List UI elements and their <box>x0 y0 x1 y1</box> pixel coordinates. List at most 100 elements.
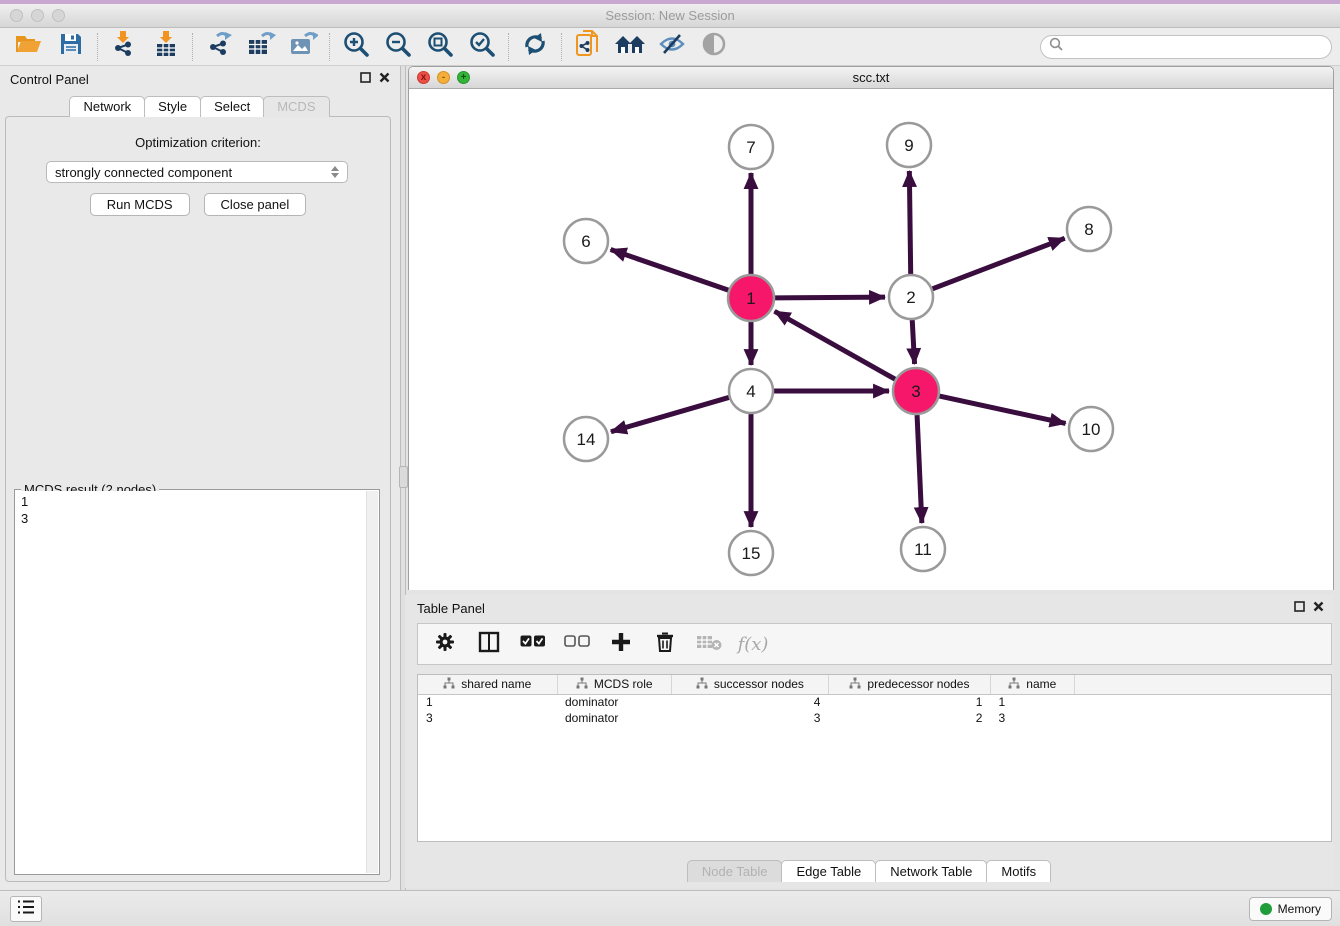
select-all-button[interactable] <box>516 627 550 661</box>
edge-3-11[interactable] <box>917 415 922 523</box>
window-titlebar[interactable]: Session: New Session <box>0 4 1340 28</box>
toolbar-separator <box>97 33 98 61</box>
edge-4-14[interactable] <box>611 397 729 431</box>
table-cell[interactable]: dominator <box>557 710 671 726</box>
memory-status-icon <box>1260 903 1272 915</box>
search-field[interactable] <box>1040 35 1332 59</box>
table-cell[interactable]: 3 <box>671 710 828 726</box>
hierarchy-icon <box>696 677 708 692</box>
network-window-titlebar[interactable]: scc.txt x - + <box>409 67 1333 89</box>
close-table-panel-icon[interactable] <box>1313 599 1324 617</box>
show-eye-icon <box>701 31 727 62</box>
table-cell[interactable]: dominator <box>557 694 671 710</box>
hide-graphics-button[interactable] <box>651 31 693 63</box>
main-area: Control Panel NetworkStyleSelectMCDS Opt… <box>0 66 1340 890</box>
function-builder-button[interactable]: f(x) <box>736 627 770 661</box>
mcds-result-list[interactable]: 13 <box>16 491 366 873</box>
minimize-network-icon[interactable]: - <box>437 71 450 84</box>
node-label-1: 1 <box>746 289 755 308</box>
column-header-MCDS-role[interactable]: MCDS role <box>557 675 671 694</box>
export-network-button[interactable] <box>198 31 240 63</box>
tab-select[interactable]: Select <box>200 96 264 117</box>
columns-icon <box>478 631 500 658</box>
zoom-selected-button[interactable] <box>461 31 503 63</box>
table-cell[interactable]: 1 <box>418 694 557 710</box>
toolbar-separator <box>561 33 562 61</box>
table-cell[interactable]: 3 <box>990 710 1074 726</box>
splitter-handle[interactable] <box>399 466 408 488</box>
zoom-out-button[interactable] <box>377 31 419 63</box>
select-stepper-icon <box>331 166 339 178</box>
tab-node-table[interactable]: Node Table <box>687 860 783 882</box>
column-label: predecessor nodes <box>867 677 969 691</box>
close-network-icon[interactable]: x <box>417 71 430 84</box>
table-row[interactable]: 1dominator411 <box>418 694 1331 710</box>
table-header-row: shared name MCDS role successor nodes prede… <box>418 675 1331 694</box>
edge-1-6[interactable] <box>611 249 729 290</box>
edge-2-8[interactable] <box>932 238 1064 289</box>
edge-3-1[interactable] <box>775 311 896 379</box>
export-table-button[interactable] <box>240 31 282 63</box>
table-cell[interactable]: 3 <box>418 710 557 726</box>
node-label-14: 14 <box>577 430 596 449</box>
table-cell[interactable]: 1 <box>828 694 990 710</box>
edge-2-9[interactable] <box>909 171 910 274</box>
export-image-icon <box>288 30 318 63</box>
first-neighbors-button[interactable] <box>609 31 651 63</box>
export-image-button[interactable] <box>282 31 324 63</box>
deselect-all-button[interactable] <box>560 627 594 661</box>
table-cell[interactable]: 2 <box>828 710 990 726</box>
clone-network-button[interactable] <box>567 31 609 63</box>
refresh-button[interactable] <box>514 31 556 63</box>
float-panel-icon[interactable] <box>360 70 371 88</box>
criterion-select[interactable]: strongly connected component <box>46 161 348 183</box>
edge-2-3[interactable] <box>912 320 914 364</box>
control-panel-tabs: NetworkStyleSelectMCDS <box>0 96 400 117</box>
hierarchy-icon <box>1008 677 1020 692</box>
delete-column-button[interactable] <box>648 627 682 661</box>
column-header-shared-name[interactable]: shared name <box>418 675 557 694</box>
table-cell[interactable]: 1 <box>990 694 1074 710</box>
save-session-button[interactable] <box>50 31 92 63</box>
control-panel: Control Panel NetworkStyleSelectMCDS Opt… <box>0 66 400 890</box>
run-mcds-button[interactable]: Run MCDS <box>90 193 190 216</box>
tab-style[interactable]: Style <box>144 96 201 117</box>
column-header-successor-nodes[interactable]: successor nodes <box>671 675 828 694</box>
zoom-selected-icon <box>468 30 496 63</box>
zoom-in-button[interactable] <box>335 31 377 63</box>
import-network-button[interactable] <box>103 31 145 63</box>
column-label: MCDS role <box>594 677 653 691</box>
trash-icon <box>655 631 675 658</box>
edge-3-10[interactable] <box>939 396 1065 423</box>
tab-edge-table[interactable]: Edge Table <box>781 860 876 882</box>
search-input[interactable] <box>1068 40 1323 54</box>
add-column-button[interactable] <box>604 627 638 661</box>
show-graphics-button[interactable] <box>693 31 735 63</box>
import-table-button[interactable] <box>145 31 187 63</box>
close-panel-button[interactable]: Close panel <box>204 193 307 216</box>
zoom-fit-button[interactable] <box>419 31 461 63</box>
column-header-predecessor-nodes[interactable]: predecessor nodes <box>828 675 990 694</box>
network-canvas[interactable]: 7968124314101511 <box>409 89 1333 590</box>
tab-network[interactable]: Network <box>69 96 145 117</box>
edge-1-2[interactable] <box>775 297 885 298</box>
table-toolbar: f(x) <box>417 623 1332 665</box>
tab-mcds[interactable]: MCDS <box>263 96 329 117</box>
window-title: Session: New Session <box>0 8 1340 23</box>
table-row[interactable]: 3dominator323 <box>418 710 1331 726</box>
column-header-name[interactable]: name <box>990 675 1074 694</box>
result-scrollbar[interactable] <box>366 491 378 873</box>
memory-button[interactable]: Memory <box>1249 897 1332 921</box>
float-table-panel-icon[interactable] <box>1294 599 1305 617</box>
open-session-button[interactable] <box>8 31 50 63</box>
tab-network-table[interactable]: Network Table <box>875 860 987 882</box>
close-panel-icon[interactable] <box>379 70 390 88</box>
task-history-button[interactable] <box>10 896 42 922</box>
import-network-icon <box>110 30 138 63</box>
tab-motifs[interactable]: Motifs <box>986 860 1051 882</box>
delete-table-button[interactable] <box>692 627 726 661</box>
table-settings-button[interactable] <box>428 627 462 661</box>
table-cell[interactable]: 4 <box>671 694 828 710</box>
maximize-network-icon[interactable]: + <box>457 71 470 84</box>
show-column-button[interactable] <box>472 627 506 661</box>
